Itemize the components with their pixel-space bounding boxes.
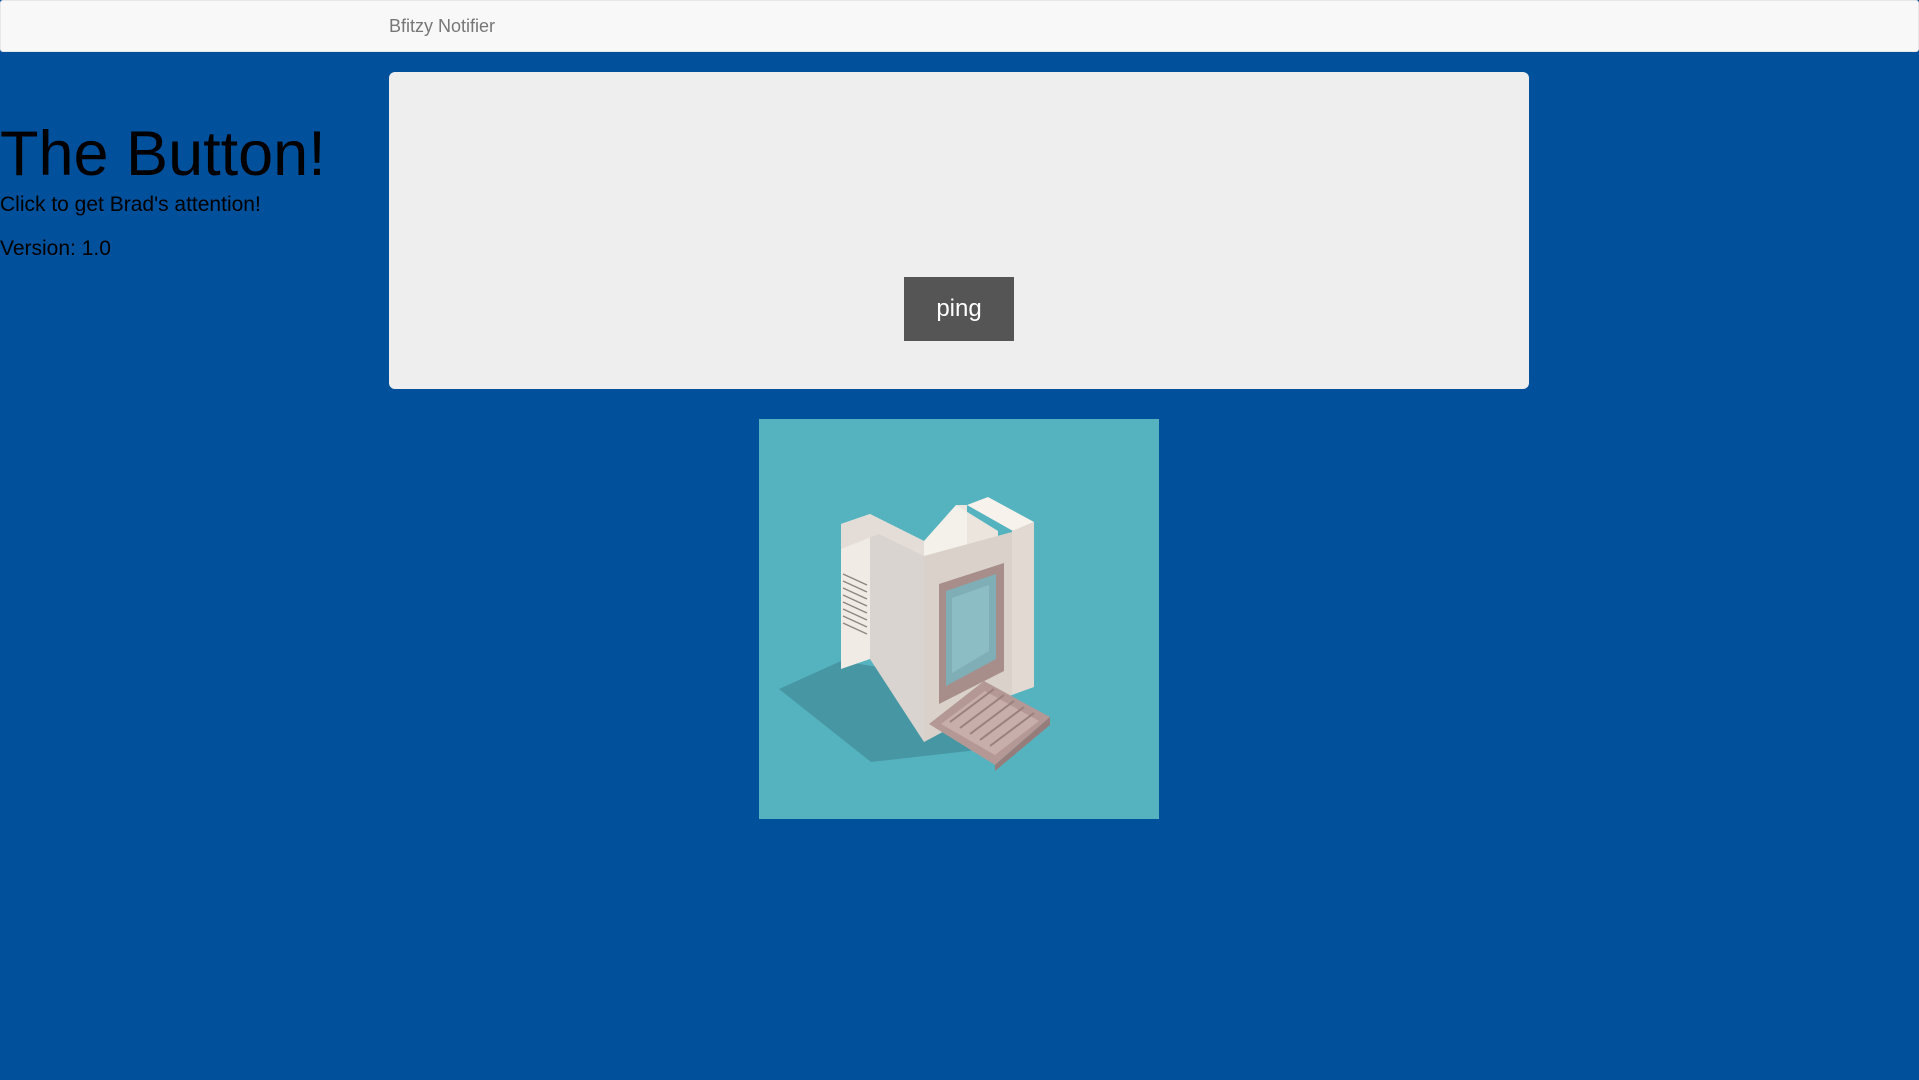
version-label: Version: 1.0 [0,237,111,260]
top-navbar: Bfitzy Notifier [0,0,1919,52]
computer-icon [759,419,1159,819]
navbar-brand-link[interactable]: Bfitzy Notifier [389,16,495,36]
page-title: The Button! [0,119,326,189]
retro-computer-illustration [759,419,1159,819]
ping-button[interactable]: ping [904,277,1014,341]
page-subtitle: Click to get Brad's attention! [0,193,261,216]
